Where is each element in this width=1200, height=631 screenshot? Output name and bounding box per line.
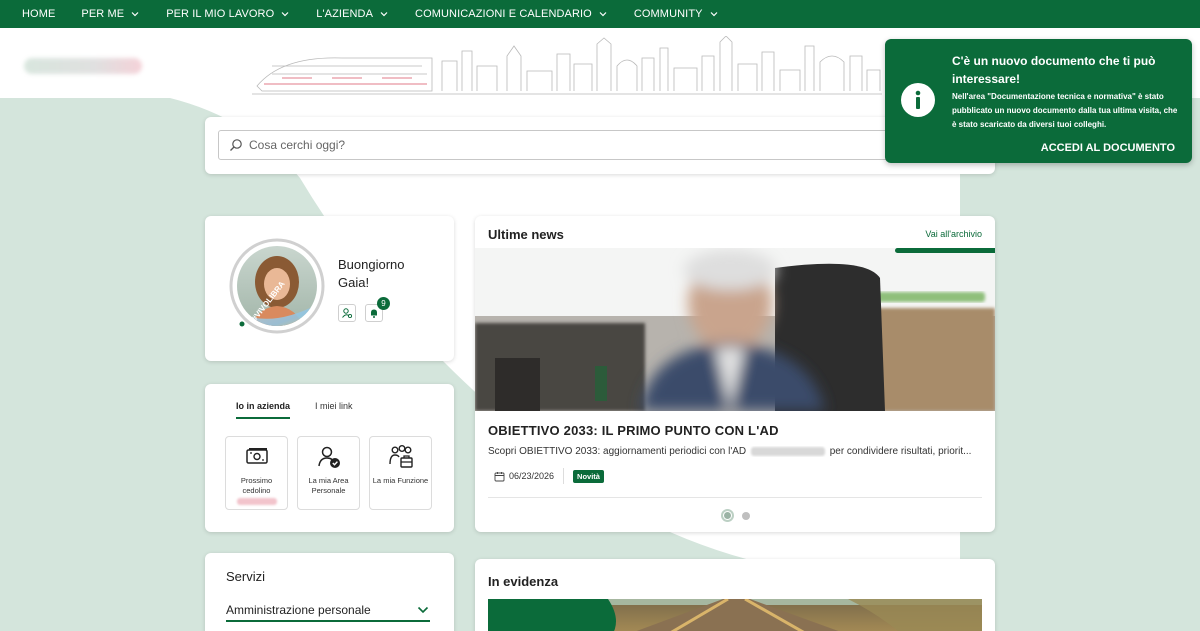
- tile-prossimo-cedolino[interactable]: Prossimo cedolino: [225, 436, 288, 510]
- news-meta: 06/23/2026 Novità: [494, 468, 604, 484]
- news-article-description: Scopri OBIETTIVO 2033: aggiornamenti per…: [488, 446, 988, 457]
- nav-item-label: HOME: [22, 8, 56, 20]
- access-document-button[interactable]: ACCEDI AL DOCUMENTO: [1041, 142, 1175, 154]
- greeting: Buongiorno Gaia!: [338, 257, 405, 290]
- tab-io-in-azienda[interactable]: Io in azienda: [236, 401, 291, 419]
- evidence-title: In evidenza: [488, 574, 559, 589]
- profile-settings-button[interactable]: [338, 304, 356, 322]
- team-icon: [388, 445, 413, 468]
- nav-item-label: COMUNICAZIONI E CALENDARIO: [415, 8, 592, 20]
- chevron-down-icon: [131, 12, 139, 17]
- chevron-down-icon: [380, 12, 388, 17]
- nav-item-label: L'AZIENDA: [316, 8, 374, 20]
- toast-body: Nell'area "Documentazione tecnica e norm…: [952, 92, 1178, 129]
- company-card: Io in azienda I miei link Prossimo cedol…: [205, 384, 454, 532]
- money-icon: [245, 448, 268, 464]
- notifications-button[interactable]: 9: [365, 297, 390, 322]
- divider: [488, 497, 982, 498]
- search-icon: [230, 139, 242, 151]
- toast-title: C'è un nuovo documento che ti può intere…: [952, 54, 1156, 86]
- chevron-down-icon: [281, 12, 289, 17]
- chevron-down-icon: [417, 606, 429, 614]
- nav-item-label: PER IL MIO LAVORO: [166, 8, 275, 20]
- chevron-down-icon: [599, 12, 607, 17]
- services-title: Servizi: [226, 569, 266, 584]
- company-logo[interactable]: [24, 58, 142, 74]
- news-image[interactable]: [475, 248, 995, 411]
- news-article-title[interactable]: OBIETTIVO 2033: IL PRIMO PUNTO CON L'AD: [488, 423, 779, 438]
- nav-item-community[interactable]: COMMUNITY: [634, 8, 719, 20]
- chevron-down-icon: [710, 12, 718, 17]
- news-tag: Novità: [573, 469, 604, 483]
- user-settings-icon: [342, 308, 353, 319]
- news-heading: Ultime news: [488, 227, 564, 242]
- services-select[interactable]: Amministrazione personale: [226, 600, 430, 622]
- news-accent-bar: [895, 248, 995, 253]
- redacted-value: [236, 498, 277, 505]
- avatar[interactable]: #VIVOLIBRA: [229, 238, 325, 334]
- tab-i-miei-link[interactable]: I miei link: [315, 401, 353, 419]
- services-card: Servizi Amministrazione personale: [205, 553, 454, 631]
- nav-item-comunicazioni[interactable]: COMUNICAZIONI E CALENDARIO: [415, 8, 608, 20]
- search-box[interactable]: [218, 130, 982, 160]
- tile-label: Prossimo cedolino: [240, 476, 273, 495]
- redacted-name: [750, 446, 825, 456]
- news-date: 06/23/2026: [509, 471, 555, 481]
- user-check-icon: [317, 446, 340, 468]
- company-tiles: Prossimo cedolino La mia Area Personale …: [225, 436, 441, 510]
- nav-item-home[interactable]: HOME: [22, 8, 55, 20]
- tile-area-personale[interactable]: La mia Area Personale: [297, 436, 360, 510]
- top-navigation: HOME PER ME PER IL MIO LAVORO L'AZIENDA …: [0, 0, 1200, 28]
- company-tabs: Io in azienda I miei link: [236, 401, 378, 419]
- services-selected-value: Amministrazione personale: [226, 603, 371, 617]
- search-input[interactable]: [249, 138, 949, 152]
- evidence-image[interactable]: [488, 599, 982, 631]
- carousel-dots: [721, 509, 758, 522]
- divider: [563, 468, 565, 484]
- carousel-dot-2[interactable]: [742, 511, 750, 520]
- notification-badge: 9: [377, 297, 390, 310]
- nav-item-per-il-mio-lavoro[interactable]: PER IL MIO LAVORO: [166, 8, 290, 20]
- bell-icon: [371, 309, 377, 318]
- tile-mia-funzione[interactable]: La mia Funzione: [369, 436, 432, 510]
- tile-label: La mia Funzione: [372, 476, 429, 485]
- profile-actions: 9: [338, 297, 392, 322]
- nav-item-label: COMMUNITY: [633, 8, 703, 20]
- news-card: Ultime news Vai all'archivio OBIETTIVO 2…: [475, 216, 995, 532]
- notification-toast: C'è un nuovo documento che ti può intere…: [885, 39, 1192, 163]
- info-icon: [901, 83, 935, 117]
- news-archive-link[interactable]: Vai all'archivio: [925, 229, 982, 239]
- nav-item-label: PER ME: [81, 8, 125, 20]
- search-card: [205, 117, 995, 174]
- nav-item-azienda[interactable]: L'AZIENDA: [316, 8, 389, 20]
- profile-card: #VIVOLIBRA Buongiorno Gaia! 9: [205, 216, 454, 361]
- carousel-dot-1[interactable]: [721, 509, 734, 522]
- tile-label: La mia Area Personale: [308, 476, 349, 495]
- evidence-card: In evidenza: [475, 559, 995, 631]
- skyline-illustration: [252, 36, 882, 95]
- news-desc-after: per condividere risultati, priorit...: [829, 446, 972, 457]
- nav-item-per-me[interactable]: PER ME: [81, 8, 140, 20]
- news-desc-before: Scopri OBIETTIVO 2033: aggiornamenti per…: [488, 446, 747, 457]
- calendar-icon: [494, 471, 505, 481]
